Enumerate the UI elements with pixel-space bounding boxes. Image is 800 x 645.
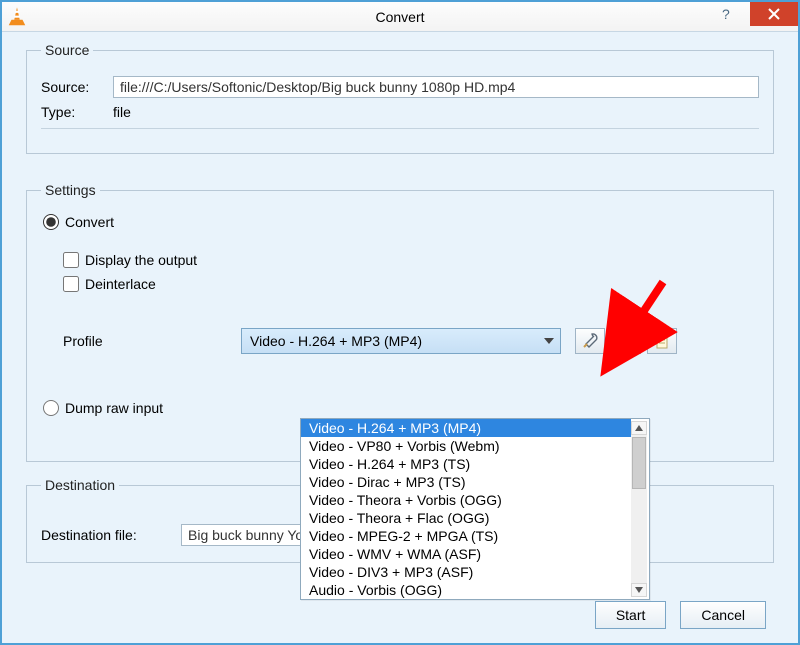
new-document-icon (654, 333, 670, 349)
dropdown-item[interactable]: Video - Theora + Flac (OGG) (301, 509, 631, 527)
check-display-output-label: Display the output (85, 252, 197, 268)
check-deinterlace-input[interactable] (63, 276, 79, 292)
delete-icon (618, 333, 634, 349)
source-group: Source Source: Type: file (26, 42, 774, 154)
destination-label: Destination file: (41, 527, 181, 543)
start-button[interactable]: Start (595, 601, 667, 629)
dropdown-item[interactable]: Video - Dirac + MP3 (TS) (301, 473, 631, 491)
radio-convert[interactable]: Convert (43, 214, 759, 230)
check-deinterlace[interactable]: Deinterlace (63, 276, 759, 292)
dropdown-item[interactable]: Video - VP80 + Vorbis (Webm) (301, 437, 631, 455)
scroll-thumb[interactable] (632, 437, 646, 489)
radio-dump-raw[interactable]: Dump raw input (43, 400, 759, 416)
radio-convert-input[interactable] (43, 214, 59, 230)
chevron-up-icon (635, 425, 643, 431)
profile-dropdown[interactable]: Video - H.264 + MP3 (MP4) Video - VP80 +… (300, 418, 650, 600)
check-display-output[interactable]: Display the output (63, 252, 759, 268)
profile-combo[interactable]: Video - H.264 + MP3 (MP4) (241, 328, 561, 354)
dropdown-item[interactable]: Video - H.264 + MP3 (TS) (301, 455, 631, 473)
type-value: file (113, 104, 131, 120)
dropdown-item[interactable]: Video - Theora + Vorbis (OGG) (301, 491, 631, 509)
dropdown-item[interactable]: Video - DIV3 + MP3 (ASF) (301, 563, 631, 581)
destination-legend: Destination (41, 477, 119, 493)
convert-window: Convert ? Source Source: Type: file (0, 0, 800, 645)
source-legend: Source (41, 42, 93, 58)
scroll-down-arrow[interactable] (631, 583, 647, 597)
chevron-down-icon (635, 587, 643, 593)
chevron-down-icon (544, 338, 554, 344)
dropdown-item[interactable]: Video - WMV + WMA (ASF) (301, 545, 631, 563)
edit-profile-button[interactable] (575, 328, 605, 354)
dropdown-item[interactable]: Audio - Vorbis (OGG) (301, 581, 631, 599)
type-label: Type: (41, 104, 113, 120)
source-label: Source: (41, 79, 113, 95)
content-area: Source Source: Type: file Settings Conve… (2, 32, 798, 643)
window-title: Convert (2, 9, 798, 25)
radio-dump-raw-input[interactable] (43, 400, 59, 416)
vlc-cone-icon (6, 6, 28, 28)
scroll-up-arrow[interactable] (631, 421, 647, 435)
wrench-icon (581, 332, 599, 350)
dropdown-item[interactable]: Video - MPEG-2 + MPGA (TS) (301, 527, 631, 545)
settings-legend: Settings (41, 182, 100, 198)
svg-text:?: ? (722, 7, 730, 21)
new-profile-button[interactable] (647, 328, 677, 354)
check-display-output-input[interactable] (63, 252, 79, 268)
profile-label: Profile (41, 333, 241, 349)
help-button[interactable]: ? (702, 2, 750, 26)
radio-convert-label: Convert (65, 214, 114, 230)
cancel-button[interactable]: Cancel (680, 601, 766, 629)
dropdown-scrollbar[interactable] (631, 421, 647, 597)
bottom-actions: Start Cancel (595, 601, 766, 629)
help-icon: ? (719, 7, 733, 21)
source-input[interactable] (113, 76, 759, 98)
close-button[interactable] (750, 2, 798, 26)
close-icon (768, 8, 780, 20)
dropdown-item[interactable]: Video - H.264 + MP3 (MP4) (301, 419, 631, 437)
profile-selected: Video - H.264 + MP3 (MP4) (250, 333, 422, 349)
delete-profile-button[interactable] (611, 328, 641, 354)
check-deinterlace-label: Deinterlace (85, 276, 156, 292)
titlebar: Convert ? (2, 2, 798, 32)
radio-dump-raw-label: Dump raw input (65, 400, 163, 416)
